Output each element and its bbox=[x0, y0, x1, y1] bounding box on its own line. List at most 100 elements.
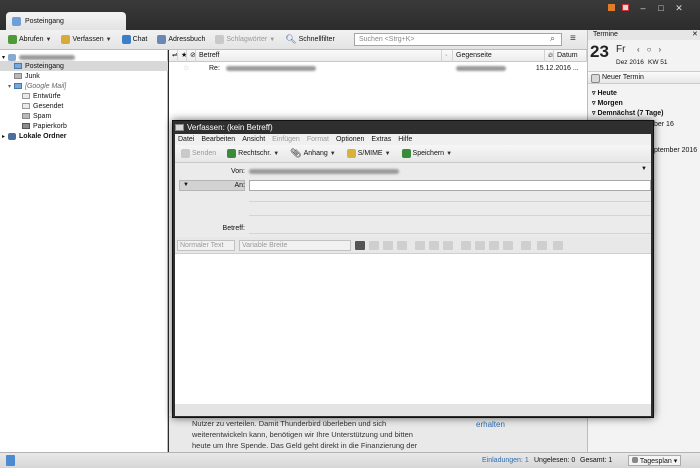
recipient-row-empty[interactable] bbox=[249, 194, 651, 202]
collapse-icon[interactable]: ▿ bbox=[592, 90, 596, 97]
menu-extras[interactable]: Extras bbox=[371, 136, 391, 143]
quick-filter-button[interactable]: 🔍︎ Schnellfilter bbox=[281, 32, 339, 47]
address-book-button[interactable]: Adressbuch bbox=[153, 33, 209, 46]
folder-local[interactable]: ▸ Lokale Ordner bbox=[0, 131, 168, 141]
recipient-row-empty[interactable] bbox=[249, 208, 651, 216]
table-row[interactable]: ☆ Re: 15.12.2016 ... bbox=[169, 63, 587, 73]
invitations-count[interactable]: Einladungen: 1 bbox=[482, 455, 529, 466]
attach-button[interactable]: 📎︎ Anhang ▼ bbox=[286, 146, 340, 161]
chat-button[interactable]: Chat bbox=[118, 33, 152, 46]
spam-icon bbox=[22, 113, 30, 119]
spellcheck-label: Rechtschr. bbox=[238, 150, 272, 157]
to-field[interactable] bbox=[249, 180, 651, 191]
compose-body-editor[interactable] bbox=[175, 254, 651, 404]
agenda-event[interactable]: ber 16 bbox=[654, 121, 674, 128]
tab-inbox[interactable]: Posteingang bbox=[6, 12, 126, 30]
menu-optionen[interactable]: Optionen bbox=[336, 136, 364, 143]
inbox-icon bbox=[12, 16, 21, 26]
font-select[interactable]: Variable Breite bbox=[239, 240, 351, 251]
donate-link[interactable]: erhalten bbox=[476, 420, 505, 429]
star-col-icon[interactable]: ★ bbox=[178, 49, 187, 62]
spellcheck-button[interactable]: Rechtschr. ▼ bbox=[223, 147, 283, 160]
emoticon-icon[interactable] bbox=[553, 241, 563, 250]
outdent-icon[interactable] bbox=[489, 241, 499, 250]
column-correspondent[interactable]: Gegenseite bbox=[453, 49, 545, 62]
agenda-upcoming[interactable]: ▿ Demnächst (7 Tage) bbox=[592, 109, 663, 117]
folder-gmail[interactable]: ▾ [Google Mail] bbox=[0, 81, 168, 91]
filter-icon: 🔍︎ bbox=[285, 34, 297, 44]
save-button[interactable]: Speichern ▼ bbox=[398, 147, 456, 160]
paragraph-format-select[interactable]: Normaler Text bbox=[177, 240, 235, 251]
bold-icon[interactable] bbox=[415, 241, 425, 250]
underline-icon[interactable] bbox=[443, 241, 453, 250]
chevron-down-icon[interactable]: ▼ bbox=[641, 166, 647, 172]
chevron-down-icon[interactable]: ▼ bbox=[46, 37, 52, 43]
search-input[interactable]: Suchen <Strg+K> bbox=[354, 33, 562, 46]
menu-bearbeiten[interactable]: Bearbeiten bbox=[201, 136, 235, 143]
app-menu-icon[interactable]: ≡ bbox=[570, 33, 576, 44]
bullet-list-icon[interactable] bbox=[461, 241, 471, 250]
collapse-icon[interactable]: ▾ bbox=[2, 54, 5, 61]
agenda-today[interactable]: ▿ Heute bbox=[592, 89, 617, 97]
close-icon[interactable]: ✕ bbox=[692, 30, 698, 38]
agenda-tomorrow[interactable]: ▿ Morgen bbox=[592, 99, 623, 107]
expand-icon[interactable]: ▸ bbox=[2, 133, 5, 140]
folder-inbox[interactable]: Posteingang bbox=[0, 61, 168, 71]
chevron-down-icon[interactable]: ▼ bbox=[446, 151, 452, 157]
subject-field[interactable] bbox=[249, 223, 651, 234]
thread-col-icon[interactable]: ⇌ bbox=[169, 49, 178, 62]
new-event-button[interactable]: Neuer Termin bbox=[588, 71, 700, 84]
compose-button[interactable]: Verfassen ▼ bbox=[57, 33, 115, 46]
star-icon[interactable]: ☆ bbox=[183, 64, 209, 72]
close-icon[interactable]: ✕ bbox=[672, 2, 686, 14]
read-col-icon[interactable]: · bbox=[442, 49, 453, 62]
day-navigation[interactable]: ‹○› bbox=[637, 45, 668, 54]
calendar-tab-icon[interactable] bbox=[604, 2, 618, 14]
activity-icon[interactable] bbox=[6, 455, 15, 466]
indent-icon[interactable] bbox=[503, 241, 513, 250]
send-button[interactable]: Senden bbox=[177, 147, 220, 160]
chevron-down-icon[interactable]: ▼ bbox=[330, 151, 336, 157]
folder-sent[interactable]: Gesendet bbox=[0, 101, 168, 111]
font-size-icon[interactable] bbox=[397, 241, 407, 250]
save-label: Speichern bbox=[412, 150, 445, 157]
folder-trash[interactable]: Papierkorb bbox=[0, 121, 168, 131]
folder-drafts[interactable]: Entwürfe bbox=[0, 91, 168, 101]
junk-col-icon[interactable]: 🔥︎ bbox=[545, 49, 554, 62]
from-select[interactable]: ▼ bbox=[249, 166, 651, 177]
collapse-icon[interactable]: ▿ bbox=[592, 110, 596, 117]
collapse-icon[interactable]: ▾ bbox=[8, 83, 11, 90]
tag-button[interactable]: Schlagwörter ▼ bbox=[211, 33, 279, 46]
menu-format[interactable]: Format bbox=[307, 136, 329, 143]
tasks-tab-icon[interactable] bbox=[618, 2, 632, 14]
font-larger-icon[interactable] bbox=[383, 241, 393, 250]
align-icon[interactable] bbox=[521, 241, 531, 250]
search-icon[interactable]: ⌕ bbox=[550, 33, 555, 44]
italic-icon[interactable] bbox=[429, 241, 439, 250]
menu-hilfe[interactable]: Hilfe bbox=[398, 136, 412, 143]
chevron-down-icon[interactable]: ▼ bbox=[273, 151, 279, 157]
folder-spam[interactable]: Spam bbox=[0, 111, 168, 121]
chevron-down-icon[interactable]: ▼ bbox=[385, 151, 391, 157]
day-plan-button[interactable]: Tagesplan ▾ bbox=[628, 455, 682, 466]
text-color-icon[interactable] bbox=[355, 241, 365, 250]
chevron-down-icon[interactable]: ▼ bbox=[269, 37, 275, 43]
menu-einfuegen[interactable]: Einfügen bbox=[272, 136, 300, 143]
collapse-icon[interactable]: ▿ bbox=[592, 100, 596, 107]
insert-icon[interactable] bbox=[537, 241, 547, 250]
compose-title: Verfassen: (kein Betreff) bbox=[187, 123, 273, 132]
font-smaller-icon[interactable] bbox=[369, 241, 379, 250]
numbered-list-icon[interactable] bbox=[475, 241, 485, 250]
fetch-button[interactable]: Abrufen ▼ bbox=[4, 33, 55, 46]
smime-button[interactable]: S/MIME ▼ bbox=[343, 147, 395, 160]
column-subject[interactable]: Betreff bbox=[196, 49, 442, 62]
chevron-down-icon[interactable]: ▼ bbox=[106, 37, 112, 43]
minimize-icon[interactable]: – bbox=[636, 2, 650, 14]
menu-datei[interactable]: Datei bbox=[178, 136, 194, 143]
column-date[interactable]: Datum bbox=[554, 49, 587, 62]
menu-ansicht[interactable]: Ansicht bbox=[242, 136, 265, 143]
folder-junk[interactable]: Junk bbox=[0, 71, 168, 81]
maximize-icon[interactable]: □ bbox=[654, 2, 668, 14]
agenda-event[interactable]: ptember 2016 bbox=[654, 147, 697, 154]
attachment-col-icon[interactable]: ⊘ bbox=[187, 49, 196, 62]
